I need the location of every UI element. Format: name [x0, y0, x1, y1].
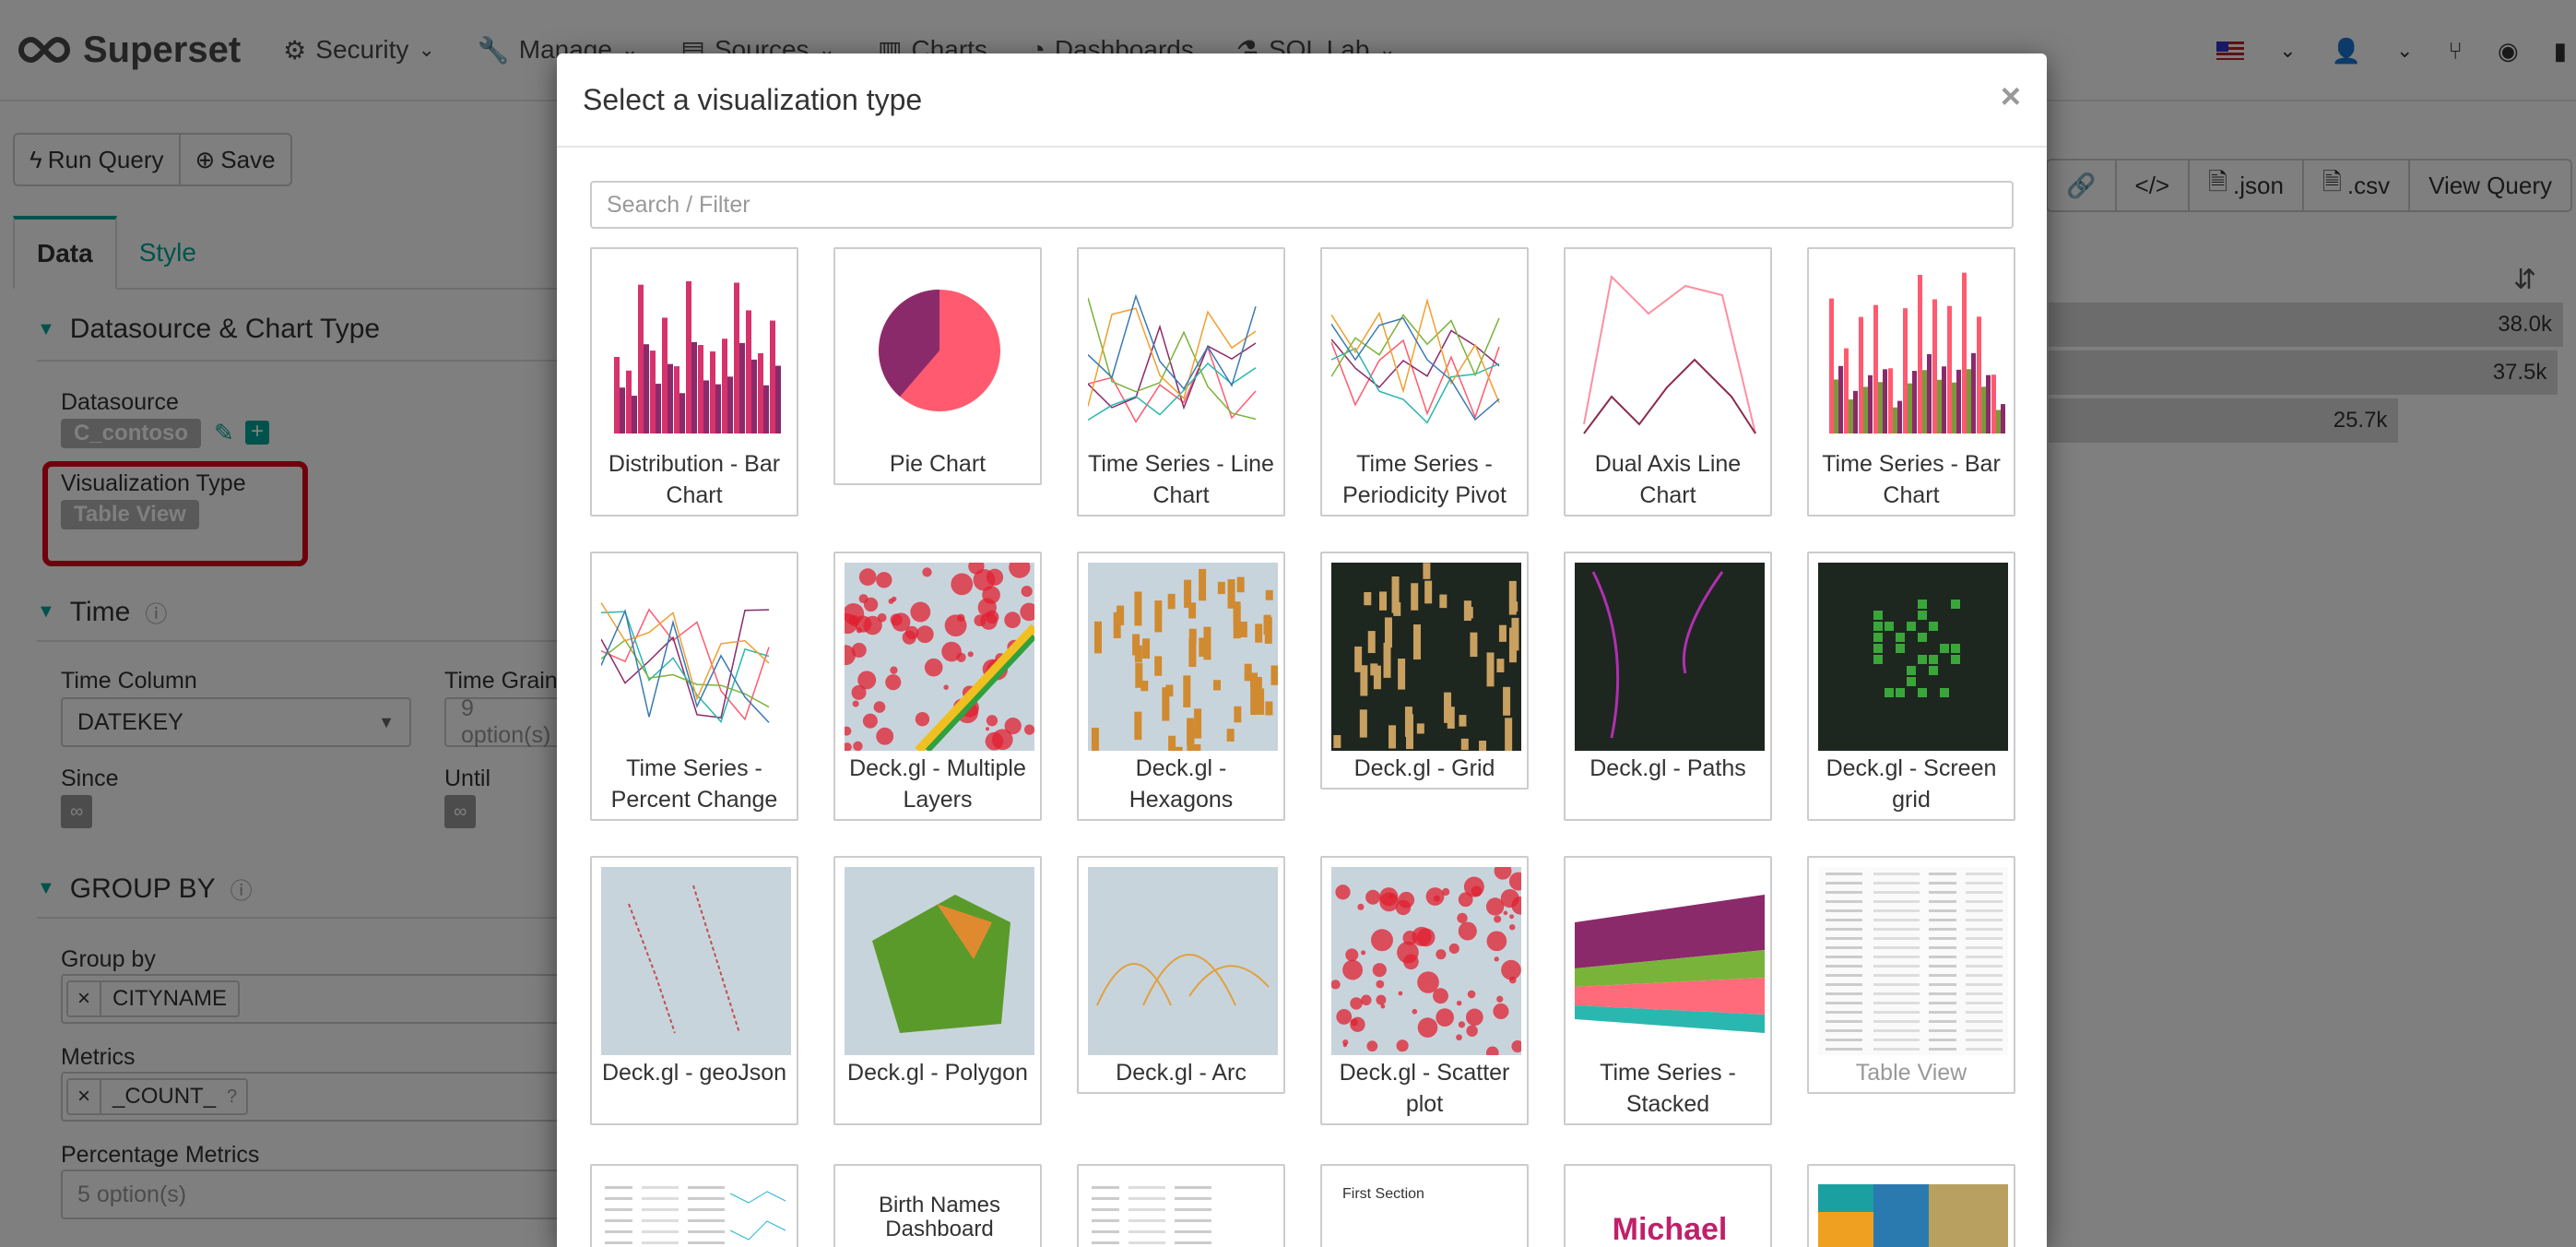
thumbnail: Birth Names Dashboard: [845, 1175, 1034, 1247]
viz-card-label: Time Series - Stacked: [1600, 1060, 1736, 1117]
viz-card[interactable]: Deck.gl - geoJson: [590, 856, 798, 1125]
map-thumb: [845, 867, 1034, 1055]
viz-card-label: Table View: [1855, 1060, 1967, 1086]
map-thumb: [601, 867, 791, 1055]
bar-chart-thumb: [601, 258, 791, 446]
viz-card-label: Deck.gl - Hexagons: [1128, 755, 1234, 813]
stacked-thumb: [1575, 867, 1765, 1055]
viz-card-label: Time Series - Line Chart: [1088, 451, 1274, 508]
thumbnail: [1818, 1175, 2008, 1247]
thumbnail: [601, 1175, 791, 1247]
line-chart-thumb: [1088, 258, 1278, 446]
viz-card[interactable]: Time Series - Line Chart: [1077, 247, 1285, 517]
viz-card[interactable]: Time Series - Bar Chart: [1807, 247, 2015, 517]
viz-card[interactable]: Deck.gl - Grid: [1320, 552, 1529, 790]
map-thumb: [1818, 563, 2008, 751]
viz-card[interactable]: Deck.gl - Paths: [1564, 552, 1772, 821]
viz-card-partial[interactable]: Birth Names Dashboard: [833, 1164, 1042, 1247]
map-thumb: [845, 563, 1034, 751]
viz-card[interactable]: Pie Chart: [833, 247, 1042, 485]
viz-card-partial[interactable]: [1077, 1164, 1285, 1247]
viz-card-partial[interactable]: Michael: [1564, 1164, 1772, 1247]
viz-card[interactable]: Time Series - Percent Change: [590, 552, 798, 821]
table-thumb: [1818, 867, 2008, 1055]
periodicity-thumb: [1331, 258, 1521, 446]
viz-card-label: Deck.gl - Scatter plot: [1339, 1060, 1510, 1117]
viz-card-label: Time Series - Bar Chart: [1822, 451, 2001, 508]
viz-card-label: Deck.gl - Paths: [1589, 755, 1746, 781]
map-thumb: [1088, 867, 1278, 1055]
map-thumb: [1331, 867, 1521, 1055]
modal-title: Select a visualization type: [583, 82, 923, 116]
thumbnail-text: First Section: [1342, 1186, 1424, 1202]
search-input[interactable]: Search / Filter: [590, 181, 2014, 229]
viz-card[interactable]: Time Series - Stacked: [1564, 856, 1772, 1125]
map-thumb: [1331, 563, 1521, 751]
thumbnail: First Section: [1331, 1175, 1521, 1247]
viz-card-label: Time Series - Percent Change: [610, 755, 778, 813]
viz-card[interactable]: Table View: [1807, 856, 2015, 1094]
map-thumb: [1575, 563, 1765, 751]
viz-card[interactable]: Deck.gl - Hexagons: [1077, 552, 1285, 821]
viz-card[interactable]: Deck.gl - Scatter plot: [1320, 856, 1529, 1125]
thumbnail-text: Birth Names Dashboard: [878, 1193, 1001, 1241]
viz-card-label: Deck.gl - Grid: [1353, 755, 1495, 781]
percent-change-thumb: [601, 563, 791, 751]
viz-card[interactable]: Deck.gl - Polygon: [833, 856, 1042, 1125]
viz-card[interactable]: Deck.gl - Multiple Layers: [833, 552, 1042, 821]
viz-card[interactable]: Distribution - Bar Chart: [590, 247, 798, 517]
viz-card-label: Pie Chart: [889, 451, 987, 477]
viz-card-label: Deck.gl - Screen grid: [1826, 755, 1997, 813]
viz-card-label: Time Series - Periodicity Pivot: [1342, 451, 1507, 508]
pie-chart-thumb: [845, 258, 1034, 446]
viz-card[interactable]: Time Series - Periodicity Pivot: [1320, 247, 1529, 517]
modal-header: Select a visualization type ×: [557, 53, 2047, 148]
viz-card-label: Deck.gl - Arc: [1116, 1060, 1247, 1086]
ts-bar-thumb: [1818, 258, 2008, 446]
thumbnail: [1088, 1175, 1278, 1247]
map-thumb: [1088, 563, 1278, 751]
viz-type-modal: Select a visualization type × Search / F…: [557, 53, 2047, 1247]
dual-axis-thumb: [1575, 258, 1765, 446]
viz-card[interactable]: Deck.gl - Arc: [1077, 856, 1285, 1094]
viz-card-label: Deck.gl - geoJson: [601, 1060, 787, 1086]
viz-card-label: Deck.gl - Polygon: [847, 1060, 1028, 1086]
viz-card[interactable]: Dual Axis Line Chart: [1564, 247, 1772, 517]
viz-card-label: Dual Axis Line Chart: [1594, 451, 1742, 508]
thumbnail-text: Michael: [1612, 1212, 1728, 1247]
close-icon[interactable]: ×: [2001, 79, 2021, 114]
viz-card[interactable]: Deck.gl - Screen grid: [1807, 552, 2015, 821]
viz-card-label: Distribution - Bar Chart: [608, 451, 781, 508]
thumbnail: Michael: [1575, 1175, 1765, 1247]
viz-card-partial[interactable]: First Section: [1320, 1164, 1529, 1247]
viz-card-label: Deck.gl - Multiple Layers: [849, 755, 1026, 813]
viz-card-partial[interactable]: [1807, 1164, 2015, 1247]
viz-card-partial[interactable]: [590, 1164, 798, 1247]
